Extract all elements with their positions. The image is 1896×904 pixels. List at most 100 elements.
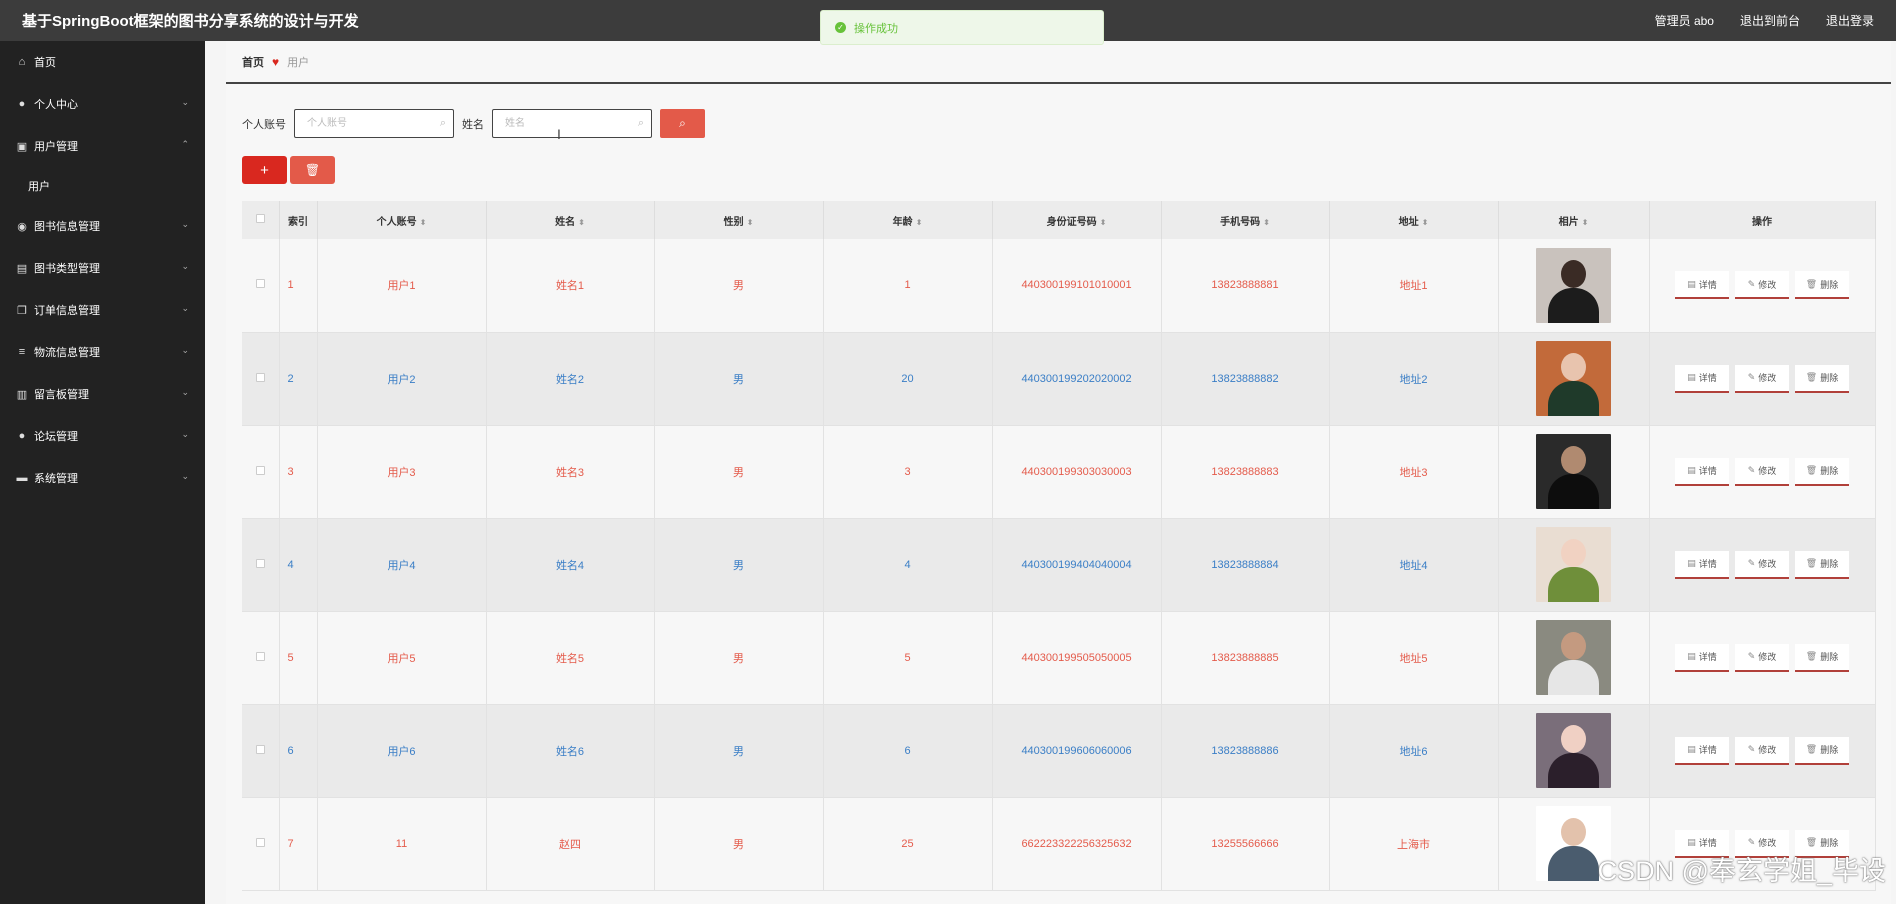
column-header[interactable]: 个人账号 ⬍ — [317, 201, 487, 239]
user-photo — [1536, 434, 1611, 509]
clipboard-icon: ▥ — [16, 388, 28, 401]
edit-button[interactable]: ✎ 修改 — [1735, 550, 1789, 579]
delete-button[interactable]: 🗑 删除 — [1795, 643, 1849, 672]
sidebar-item[interactable]: ▣ 用户管理 ⌃ — [0, 125, 205, 167]
cell-idx: 3 — [279, 425, 318, 519]
column-header[interactable]: 身份证号码 ⬍ — [992, 201, 1162, 239]
cell-idx: 2 — [279, 332, 318, 426]
column-header[interactable]: 手机号码 ⬍ — [1161, 201, 1330, 239]
sidebar-item[interactable]: ● 论坛管理 ⌄ — [0, 415, 205, 457]
trash-icon: 🗑 — [1805, 465, 1818, 475]
row-checkbox[interactable] — [255, 558, 265, 568]
sidebar-item[interactable]: ❐ 订单信息管理 ⌄ — [0, 289, 205, 331]
breadcrumb-home[interactable]: 首页 — [242, 54, 264, 70]
detail-button[interactable]: ▤ 详情 — [1675, 364, 1729, 393]
batch-delete-button[interactable]: 🗑 — [290, 156, 335, 184]
sort-icon[interactable]: ⬍ — [1422, 218, 1429, 227]
sort-icon[interactable]: ⬍ — [747, 218, 754, 227]
sidebar-subitem-users[interactable]: 用户 — [0, 167, 205, 205]
pencil-icon: ✎ — [1747, 558, 1756, 568]
column-header[interactable]: 相片 ⬍ — [1498, 201, 1650, 239]
doc-icon: ▤ — [1687, 372, 1696, 382]
search-button[interactable]: ⌕ — [660, 109, 705, 138]
detail-button[interactable]: ▤ 详情 — [1675, 736, 1729, 765]
delete-button[interactable]: 🗑 删除 — [1795, 736, 1849, 765]
chevron-icon: ⌄ — [181, 345, 189, 355]
cell-actions: ▤ 详情 ✎ 修改 🗑 删除 — [1649, 611, 1876, 705]
user-icon: ● — [18, 430, 26, 442]
account-search-input[interactable] — [295, 110, 453, 137]
sidebar-item[interactable]: ● 个人中心 ⌄ — [0, 83, 205, 125]
cell-actions: ▤ 详情 ✎ 修改 🗑 删除 — [1649, 704, 1876, 798]
button-label: 删除 — [1820, 652, 1839, 662]
sort-icon[interactable]: ⬍ — [1263, 218, 1270, 227]
cell-address: 地址2 — [1329, 332, 1499, 426]
sidebar-item[interactable]: ▥ 留言板管理 ⌄ — [0, 373, 205, 415]
cell-idx: 5 — [279, 611, 318, 705]
row-select-cell — [242, 332, 280, 426]
sidebar-item-label: 论坛管理 — [34, 431, 78, 443]
delete-button[interactable]: 🗑 删除 — [1795, 457, 1849, 486]
row-checkbox[interactable] — [255, 465, 265, 475]
sort-icon[interactable]: ⬍ — [578, 218, 585, 227]
column-header[interactable]: 姓名 ⬍ — [486, 201, 655, 239]
delete-button[interactable]: 🗑 删除 — [1795, 271, 1849, 300]
table-header-row: 索引 个人账号 ⬍ 姓名 ⬍ 性别 ⬍ 年龄 ⬍ 身份证号码 ⬍ 手机号码 ⬍ 地址 ⬍ 相片 ⬍ 操作 — [242, 201, 1876, 239]
sidebar-item[interactable]: ▤ 图书类型管理 ⌄ — [0, 247, 205, 289]
column-header[interactable]: 地址 ⬍ — [1329, 201, 1499, 239]
column-header[interactable]: 性别 ⬍ — [654, 201, 824, 239]
cell-account: 用户1 — [317, 239, 487, 333]
detail-button[interactable]: ▤ 详情 — [1675, 271, 1729, 300]
pencil-icon: ✎ — [1747, 651, 1756, 661]
column-header-label: 索引 — [288, 216, 308, 228]
sort-icon[interactable]: ⬍ — [916, 218, 923, 227]
sort-icon[interactable]: ⬍ — [1100, 218, 1107, 227]
sidebar-item[interactable]: ◉ 图书信息管理 ⌄ — [0, 205, 205, 247]
doc-icon: ▤ — [16, 262, 28, 275]
sidebar-item-label: 图书信息管理 — [34, 221, 100, 233]
row-checkbox[interactable] — [255, 744, 265, 754]
column-header-label: 性别 — [723, 216, 744, 228]
monitor-icon: ▬ — [16, 472, 28, 484]
name-search-input[interactable] — [493, 110, 651, 137]
cell-actions: ▤ 详情 ✎ 修改 🗑 删除 — [1649, 518, 1876, 612]
select-all-checkbox[interactable] — [255, 214, 265, 223]
exit-to-front-link[interactable]: 退出到前台 — [1740, 12, 1800, 29]
row-checkbox[interactable] — [255, 651, 265, 661]
column-header[interactable]: 年龄 ⬍ — [823, 201, 993, 239]
edit-button[interactable]: ✎ 修改 — [1735, 736, 1789, 765]
sidebar-item-label: 订单信息管理 — [34, 305, 100, 317]
sort-icon[interactable]: ⬍ — [420, 218, 427, 227]
delete-button[interactable]: 🗑 删除 — [1795, 550, 1849, 579]
cell-age: 3 — [823, 425, 993, 519]
row-checkbox[interactable] — [255, 372, 265, 382]
logout-link[interactable]: 退出登录 — [1826, 12, 1874, 29]
detail-button[interactable]: ▤ 详情 — [1675, 550, 1729, 579]
sort-icon[interactable]: ⬍ — [1582, 218, 1589, 227]
sidebar-item[interactable]: ≡ 物流信息管理 ⌄ — [0, 331, 205, 373]
edit-button[interactable]: ✎ 修改 — [1735, 271, 1789, 300]
doc-icon: ▤ — [1687, 465, 1696, 475]
edit-button[interactable]: ✎ 修改 — [1735, 364, 1789, 393]
name-label: 姓名 — [462, 118, 484, 131]
column-header-label: 个人账号 — [376, 216, 417, 228]
button-label: 删除 — [1820, 279, 1839, 290]
pencil-icon: ✎ — [1747, 372, 1756, 382]
row-checkbox[interactable] — [255, 837, 265, 847]
chevron-icon: ⌄ — [181, 219, 189, 229]
row-checkbox[interactable] — [255, 279, 265, 289]
cell-phone: 13823888882 — [1161, 332, 1330, 426]
plus-icon: + — [260, 161, 269, 179]
add-button[interactable]: + — [242, 156, 287, 184]
delete-button[interactable]: 🗑 删除 — [1795, 364, 1849, 393]
edit-button[interactable]: ✎ 修改 — [1735, 457, 1789, 486]
cell-photo — [1498, 611, 1650, 705]
sidebar-item[interactable]: ▬ 系统管理 ⌄ — [0, 457, 205, 499]
detail-button[interactable]: ▤ 详情 — [1675, 457, 1729, 486]
pencil-icon: ✎ — [1747, 278, 1756, 289]
edit-button[interactable]: ✎ 修改 — [1735, 643, 1789, 672]
detail-button[interactable]: ▤ 详情 — [1675, 643, 1729, 672]
button-label: 删除 — [1820, 745, 1839, 755]
sidebar-item[interactable]: ⌂ 首页 — [0, 41, 205, 83]
cell-gender: 男 — [654, 239, 824, 333]
